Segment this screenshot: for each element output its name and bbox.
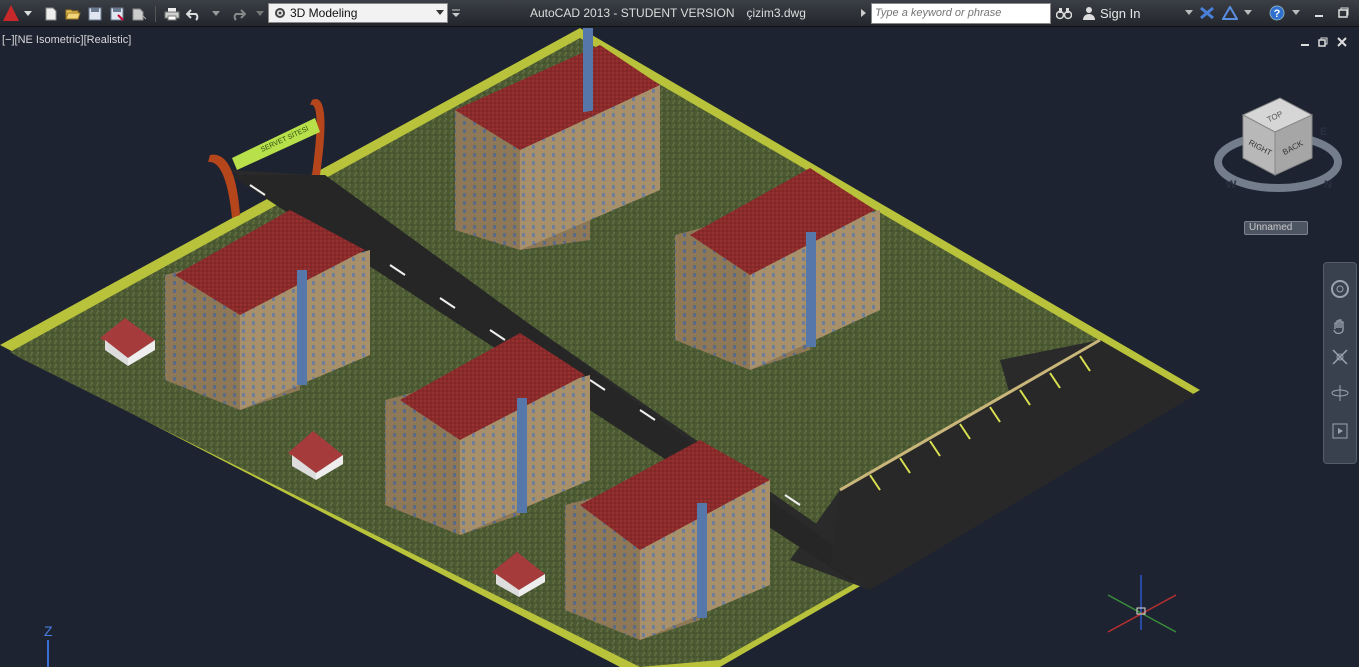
chevron-down-icon	[433, 4, 447, 22]
quick-access-toolbar	[42, 4, 269, 23]
expand-arrow-icon[interactable]	[861, 9, 866, 17]
chevron-down-icon	[24, 11, 32, 16]
sign-in-dropdown-icon[interactable]	[1180, 4, 1198, 22]
autodesk-360-icon[interactable]	[1221, 4, 1239, 22]
navigation-bar	[1323, 262, 1357, 464]
app-title: AutoCAD 2013 - STUDENT VERSION	[530, 6, 735, 20]
user-icon[interactable]	[1080, 4, 1098, 22]
gear-icon	[272, 5, 288, 21]
autocad-logo-icon	[3, 5, 19, 21]
customize-toolbar-icon[interactable]	[451, 8, 461, 22]
viewcube[interactable]: TOP RIGHT BACK N E W	[1214, 97, 1342, 192]
pan-icon[interactable]	[1328, 315, 1352, 339]
cursor-crosshair	[1107, 575, 1177, 633]
viewport-close-icon[interactable]	[1335, 36, 1349, 48]
search-input[interactable]	[875, 7, 1045, 19]
compass-n[interactable]: N	[1324, 179, 1332, 191]
zoom-extents-icon[interactable]	[1328, 345, 1352, 369]
search-box[interactable]	[871, 3, 1051, 24]
compass-e[interactable]: E	[1320, 126, 1327, 138]
save-icon[interactable]	[86, 5, 104, 23]
open-icon[interactable]	[64, 5, 82, 23]
svg-text:?: ?	[1274, 8, 1281, 20]
exchange-apps-icon[interactable]	[1198, 4, 1216, 22]
model-scene[interactable]: SERVET SİTESİ TOP RIGHT BACK N E W Z	[0, 28, 1359, 667]
toolbar-separator	[155, 5, 156, 22]
ucs-menu[interactable]: Unnamed	[1244, 221, 1308, 235]
undo-dropdown-icon[interactable]	[207, 5, 225, 23]
ucs-name: Unnamed	[1249, 222, 1293, 233]
restore-icon[interactable]	[1334, 4, 1352, 22]
help-dropdown-icon[interactable]	[1287, 4, 1305, 22]
window-title: AutoCAD 2013 - STUDENT VERSION çizim3.dwg	[530, 6, 806, 20]
workspace-name: 3D Modeling	[290, 6, 358, 20]
viewport-minimize-icon[interactable]	[1298, 36, 1312, 48]
stay-connected-dropdown-icon[interactable]	[1239, 4, 1257, 22]
steering-wheel-icon[interactable]	[1328, 277, 1352, 301]
save-as-icon[interactable]	[108, 5, 126, 23]
ucs-z-label: Z	[44, 623, 53, 639]
viewport-controls-label[interactable]: [−][NE Isometric][Realistic]	[2, 34, 131, 46]
sign-in-link[interactable]: Sign In	[1100, 6, 1140, 21]
compass-w[interactable]: W	[1226, 179, 1237, 191]
application-menu-button[interactable]	[0, 0, 36, 27]
showmotion-icon[interactable]	[1328, 419, 1352, 443]
ucs-icon: Z	[44, 623, 53, 667]
redo-dropdown-icon[interactable]	[251, 5, 269, 23]
print-icon[interactable]	[163, 5, 181, 23]
redo-icon[interactable]	[229, 5, 247, 23]
binoculars-search-icon[interactable]	[1055, 4, 1073, 22]
plot-preview-icon[interactable]	[130, 5, 148, 23]
drawing-viewport[interactable]: SERVET SİTESİ TOP RIGHT BACK N E W Z [−]…	[0, 28, 1359, 667]
file-name: çizim3.dwg	[746, 6, 806, 20]
undo-icon[interactable]	[185, 5, 203, 23]
orbit-icon[interactable]	[1328, 381, 1352, 405]
new-icon[interactable]	[42, 5, 60, 23]
workspace-switcher[interactable]: 3D Modeling	[268, 3, 448, 23]
help-icon[interactable]: ?	[1268, 4, 1286, 22]
title-bar: 3D Modeling AutoCAD 2013 - STUDENT VERSI…	[0, 0, 1359, 27]
minimize-icon[interactable]	[1310, 4, 1328, 22]
viewport-restore-icon[interactable]	[1316, 36, 1330, 48]
